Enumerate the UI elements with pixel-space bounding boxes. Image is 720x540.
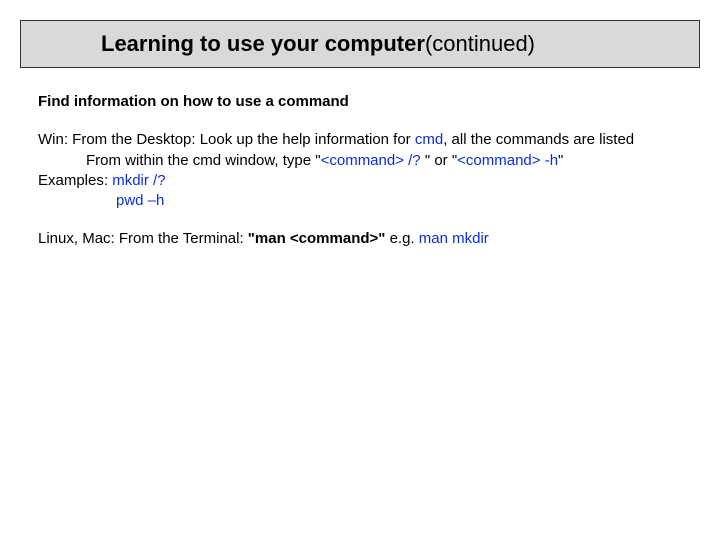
title-bold: Learning to use your computer — [101, 31, 425, 57]
cmd-help-h: <command> -h — [457, 152, 558, 169]
example-pwd: pwd –h — [116, 192, 164, 209]
win-line-1: Win: From the Desktop: Look up the help … — [38, 130, 682, 150]
win-line1-prefix: Win: From the Desktop: Look up the help … — [38, 131, 415, 148]
example-pwd-line: pwd –h — [38, 191, 682, 211]
cmd-link: cmd — [415, 131, 443, 148]
win-line2-prefix: From within the cmd window, type " — [86, 152, 321, 169]
win-line2-suffix: " — [558, 152, 563, 169]
windows-block: Win: From the Desktop: Look up the help … — [38, 130, 682, 211]
examples-label: Examples: — [38, 172, 112, 189]
linux-prefix: Linux, Mac: From the Terminal: — [38, 230, 248, 247]
win-line-2: From within the cmd window, type "<comma… — [38, 151, 682, 171]
linux-block: Linux, Mac: From the Terminal: "man <com… — [38, 229, 682, 249]
title-regular: (continued) — [425, 31, 535, 57]
example-mkdir: mkdir /? — [112, 172, 165, 189]
man-command-bold: "man <command>" — [248, 230, 390, 247]
win-line2-mid: " or " — [421, 152, 458, 169]
linux-mid: e.g. — [390, 230, 419, 247]
slide-content: Find information on how to use a command… — [38, 92, 682, 268]
man-mkdir: man mkdir — [419, 230, 489, 247]
slide-title-bar: Learning to use your computer (continued… — [20, 20, 700, 68]
section-heading: Find information on how to use a command — [38, 92, 682, 112]
examples-line: Examples: mkdir /? — [38, 171, 682, 191]
win-line1-suffix: , all the commands are listed — [443, 131, 634, 148]
cmd-help-q: <command> /? — [321, 152, 421, 169]
